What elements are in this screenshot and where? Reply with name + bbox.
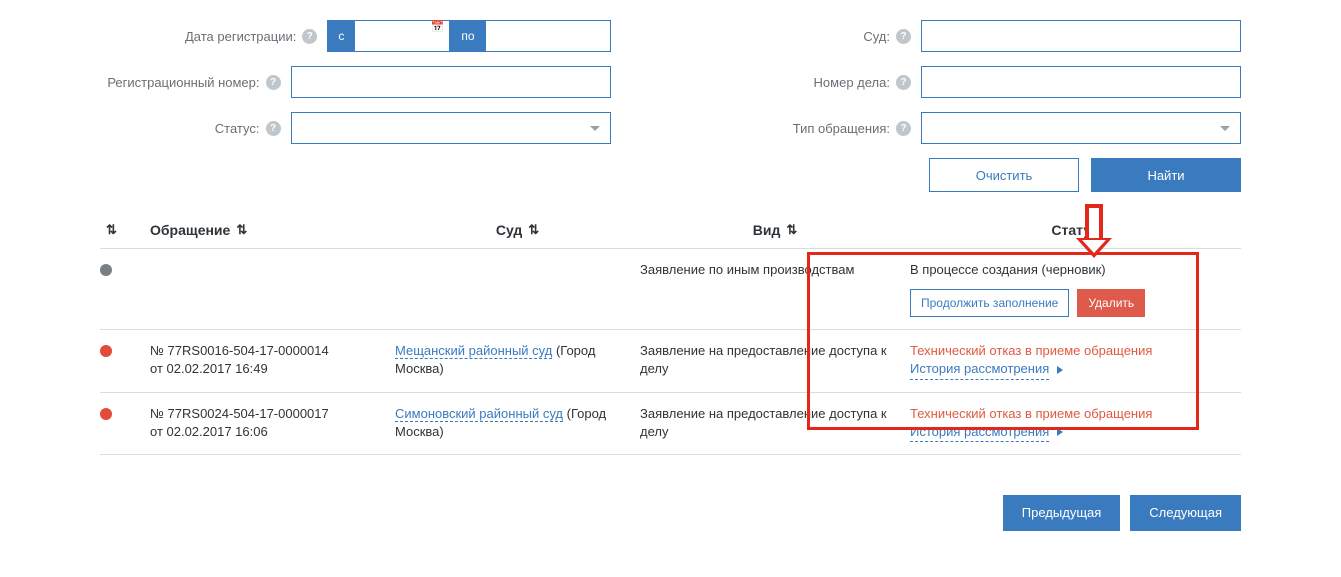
triangle-right-icon — [1057, 366, 1063, 374]
appeal-cell: № 77RS0016-504-17-0000014от 02.02.2017 1… — [150, 342, 395, 378]
reg-number-input[interactable] — [291, 66, 611, 98]
find-button[interactable]: Найти — [1091, 158, 1241, 192]
label-court: Суд: — [863, 29, 890, 44]
court-cell: Симоновский районный суд (Город Москва) — [395, 405, 640, 441]
date-to-prefix: по — [450, 20, 485, 52]
court-cell: Мещанский районный суд (Город Москва) — [395, 342, 640, 378]
sort-icon: ⇅ — [786, 222, 797, 238]
filter-reg-number: Регистрационный номер: ? — [100, 66, 611, 98]
appeal-cell: № 77RS0024-504-17-0000017от 02.02.2017 1… — [150, 405, 395, 441]
col-sort-status[interactable]: ⇅ — [100, 222, 150, 238]
filter-status: Статус: ? — [100, 112, 611, 144]
label-case-number: Номер дела: — [814, 75, 890, 90]
status-dot-icon — [100, 408, 112, 420]
filter-appeal-type: Тип обращения: ? — [731, 112, 1242, 144]
table-header: ⇅ Обращение ⇅ Суд ⇅ Вид ⇅ Статус — [100, 212, 1241, 249]
results-table: ⇅ Обращение ⇅ Суд ⇅ Вид ⇅ Статус Заявлен… — [0, 212, 1341, 455]
help-icon[interactable]: ? — [302, 29, 317, 44]
type-cell: Заявление на предоставление доступа к де… — [640, 342, 910, 378]
type-cell: Заявление на предоставление доступа к де… — [640, 405, 910, 441]
col-status: Статус — [910, 222, 1240, 238]
status-select[interactable] — [291, 112, 611, 144]
court-input[interactable] — [921, 20, 1241, 52]
history-link[interactable]: История рассмотрения — [910, 423, 1049, 442]
status-dot-icon — [100, 264, 112, 276]
status-cell: В процессе создания (черновик)Продолжить… — [910, 261, 1240, 317]
table-row: № 77RS0024-504-17-0000017от 02.02.2017 1… — [100, 393, 1241, 455]
sort-icon: ⇅ — [528, 222, 539, 238]
status-cell: Технический отказ в приеме обращенияИсто… — [910, 342, 1240, 379]
date-range-field: с 📅 по — [327, 20, 610, 52]
date-from-input[interactable] — [355, 20, 450, 52]
col-court[interactable]: Суд ⇅ — [395, 222, 640, 238]
col-appeal[interactable]: Обращение ⇅ — [150, 222, 395, 238]
triangle-right-icon — [1057, 428, 1063, 436]
appeal-type-select[interactable] — [921, 112, 1241, 144]
chevron-down-icon — [590, 126, 600, 131]
filter-case-number: Номер дела: ? — [731, 66, 1242, 98]
header-type: Вид — [753, 222, 781, 238]
clear-button[interactable]: Очистить — [929, 158, 1079, 192]
filter-reg-date: Дата регистрации: ? с 📅 по — [100, 20, 611, 52]
header-court: Суд — [496, 222, 522, 238]
date-to-input[interactable] — [486, 20, 611, 52]
label-appeal-type: Тип обращения: — [793, 121, 890, 136]
type-cell: Заявление по иным производствам — [640, 261, 910, 279]
header-appeal: Обращение — [150, 222, 230, 238]
history-link[interactable]: История рассмотрения — [910, 360, 1049, 379]
court-link[interactable]: Симоновский районный суд — [395, 406, 563, 422]
next-page-button[interactable]: Следующая — [1130, 495, 1241, 531]
help-icon[interactable]: ? — [896, 121, 911, 136]
help-icon[interactable]: ? — [896, 29, 911, 44]
label-status: Статус: — [215, 121, 260, 136]
sort-icon: ⇅ — [236, 222, 247, 238]
help-icon[interactable]: ? — [896, 75, 911, 90]
row-actions: Продолжить заполнение Удалить — [910, 289, 1240, 317]
delete-button[interactable]: Удалить — [1077, 289, 1145, 317]
status-dot-icon — [100, 345, 112, 357]
label-reg-date: Дата регистрации: — [185, 29, 296, 44]
col-type[interactable]: Вид ⇅ — [640, 222, 910, 238]
court-link[interactable]: Мещанский районный суд — [395, 343, 552, 359]
filter-buttons: Очистить Найти — [731, 158, 1242, 192]
case-number-input[interactable] — [921, 66, 1241, 98]
status-cell: Технический отказ в приеме обращенияИсто… — [910, 405, 1240, 442]
pagination: Предыдущая Следующая — [0, 495, 1341, 531]
prev-page-button[interactable]: Предыдущая — [1003, 495, 1121, 531]
chevron-down-icon — [1220, 126, 1230, 131]
help-icon[interactable]: ? — [266, 121, 281, 136]
label-reg-number: Регистрационный номер: — [107, 75, 259, 90]
table-row: Заявление по иным производствамВ процесс… — [100, 249, 1241, 330]
sort-icon: ⇅ — [106, 222, 117, 238]
status-rejected: Технический отказ в приеме обращения — [910, 405, 1240, 423]
date-from-prefix: с — [327, 20, 355, 52]
status-rejected: Технический отказ в приеме обращения — [910, 342, 1240, 360]
help-icon[interactable]: ? — [266, 75, 281, 90]
filter-panel: Дата регистрации: ? с 📅 по Суд: ? Регист… — [0, 20, 1341, 192]
table-row: № 77RS0016-504-17-0000014от 02.02.2017 1… — [100, 330, 1241, 392]
filter-court: Суд: ? — [731, 20, 1242, 52]
annotation-arrow-icon — [1085, 204, 1112, 258]
continue-fill-button[interactable]: Продолжить заполнение — [910, 289, 1069, 317]
